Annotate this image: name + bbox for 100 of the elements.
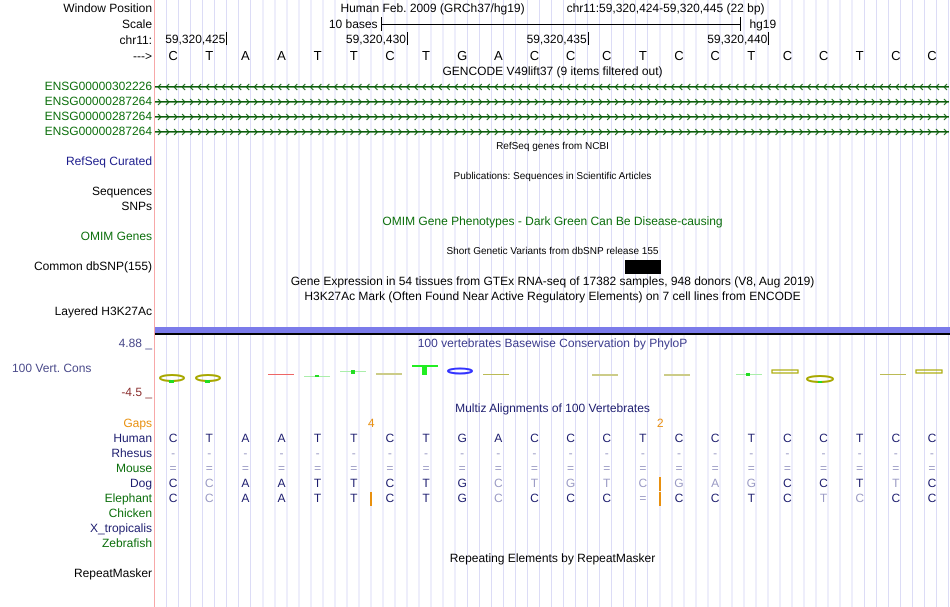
- base-letter: C: [890, 48, 902, 64]
- gene-label[interactable]: ENSG00000302226: [44, 79, 152, 93]
- aligned-base: =: [530, 461, 538, 476]
- aligned-base: -: [749, 446, 754, 461]
- species-label[interactable]: X_tropicalis: [90, 521, 152, 535]
- aligned-base: A: [711, 476, 720, 491]
- aligned-base: T: [314, 491, 322, 506]
- aligned-base: T: [206, 431, 213, 446]
- track-label: chr11:: [120, 33, 152, 47]
- base-letter: C: [564, 48, 576, 64]
- aligned-base: C: [638, 476, 648, 491]
- track-label[interactable]: RepeatMasker: [74, 566, 152, 580]
- base-letter: C: [528, 48, 540, 64]
- gene-label[interactable]: ENSG00000287264: [44, 124, 152, 138]
- base-letter: A: [276, 48, 287, 64]
- aligned-base: G: [457, 491, 467, 506]
- base-letter: C: [601, 48, 612, 64]
- aligned-base: -: [424, 446, 428, 461]
- aligned-base: T: [350, 476, 358, 491]
- aligned-base: =: [494, 461, 502, 476]
- aligned-base: -: [894, 446, 898, 461]
- aligned-base: C: [530, 491, 539, 506]
- aligned-base: =: [278, 461, 285, 476]
- aligned-base: G: [457, 431, 467, 446]
- aligned-base: T: [422, 431, 430, 446]
- species-label[interactable]: Dog: [130, 476, 152, 490]
- base-letter: T: [348, 48, 359, 64]
- aligned-base: C: [928, 431, 936, 446]
- species-label[interactable]: Chicken: [108, 506, 152, 520]
- base-letter: C: [167, 48, 179, 64]
- aligned-base: T: [856, 476, 864, 491]
- track-label[interactable]: 100 Vert. Cons: [12, 361, 92, 375]
- aligned-base: -: [388, 446, 392, 461]
- aligned-base: T: [314, 476, 322, 491]
- aligned-base: -: [532, 446, 536, 461]
- species-label[interactable]: Elephant: [104, 491, 152, 505]
- axis-max-label: 4.88 _: [118, 336, 152, 350]
- species-label[interactable]: Rhesus: [111, 446, 152, 460]
- gene-label[interactable]: ENSG00000287264: [44, 109, 152, 123]
- track-title: Repeating Elements by RepeatMasker: [450, 551, 656, 566]
- track-title: OMIM Gene Phenotypes - Dark Green Can Be Disease-causing: [382, 214, 723, 229]
- aligned-base: -: [207, 446, 212, 461]
- aligned-base: =: [567, 461, 574, 476]
- species-label[interactable]: Mouse: [116, 461, 152, 475]
- gene-label[interactable]: ENSG00000287264: [44, 94, 152, 108]
- base-letter: T: [854, 48, 865, 64]
- aligned-base: A: [277, 476, 286, 491]
- strand-label: --->: [133, 49, 152, 63]
- aligned-base: C: [674, 431, 684, 446]
- track-title: Gene Expression in 54 tissues from GTEx RNA-seq of 17382 samples, 948 donors (V8, Aug 2019): [290, 274, 814, 289]
- track-title: H3K27Ac Mark (Often Found Near Active Regulatory Elements) on 7 cell lines from ENCODE: [304, 289, 801, 304]
- track-title: GENCODE V49lift37 (9 items filtered out): [442, 64, 663, 79]
- aligned-base: =: [458, 461, 466, 476]
- aligned-base: C: [566, 431, 575, 446]
- aligned-base: C: [168, 431, 178, 446]
- track-title: Publications: Sequences in Scientific Articles: [454, 170, 652, 184]
- track-label[interactable]: OMIM Genes: [80, 229, 152, 243]
- assembly-title: Human Feb. 2009 (GRCh37/hg19): [340, 0, 525, 16]
- track-title: 100 vertebrates Basewise Conservation by PhyloP: [418, 336, 688, 350]
- base-letter: C: [818, 48, 830, 64]
- aligned-base: C: [494, 491, 503, 506]
- track-label[interactable]: RefSeq Curated: [66, 154, 152, 168]
- aligned-base: T: [748, 491, 755, 506]
- track-label[interactable]: Sequences: [92, 184, 152, 198]
- aligned-base: -: [858, 446, 862, 461]
- aligned-base: -: [713, 446, 718, 461]
- aligned-base: A: [241, 431, 250, 446]
- track-label[interactable]: SNPs: [121, 199, 152, 213]
- aligned-base: C: [602, 431, 612, 446]
- aligned-base: T: [314, 431, 322, 446]
- aligned-base: -: [676, 446, 681, 461]
- base-letter: T: [204, 48, 214, 64]
- aligned-base: C: [494, 476, 503, 491]
- aligned-base: -: [640, 446, 645, 461]
- aligned-base: C: [204, 491, 214, 506]
- track-title: Short Genetic Variants from dbSNP release 155: [446, 245, 658, 259]
- variant-block[interactable]: [624, 260, 661, 274]
- track-title: Multiz Alignments of 100 Vertebrates: [455, 401, 650, 416]
- aligned-base: =: [206, 461, 213, 476]
- track-label: Scale: [122, 17, 152, 31]
- aligned-base: C: [386, 476, 394, 491]
- track-label[interactable]: Layered H3K27Ac: [54, 304, 152, 318]
- gap-count: 2: [656, 416, 664, 431]
- aligned-base: A: [241, 476, 250, 491]
- aligned-base: T: [748, 431, 755, 446]
- aligned-base: C: [891, 491, 900, 506]
- track-label[interactable]: Common dbSNP(155): [34, 259, 152, 273]
- species-label[interactable]: Zebrafish: [102, 536, 152, 550]
- aligned-base: C: [168, 491, 178, 506]
- aligned-base: -: [930, 446, 934, 461]
- species-label[interactable]: Human: [113, 431, 152, 445]
- aligned-base: =: [712, 461, 719, 476]
- base-letter: C: [926, 48, 938, 64]
- aligned-base: =: [350, 461, 358, 476]
- aligned-base: C: [674, 491, 684, 506]
- track-title: RefSeq genes from NCBI: [496, 140, 609, 154]
- aligned-base: T: [856, 431, 864, 446]
- aligned-base: -: [352, 446, 356, 461]
- aligned-base: C: [855, 491, 864, 506]
- aligned-base: =: [675, 461, 682, 476]
